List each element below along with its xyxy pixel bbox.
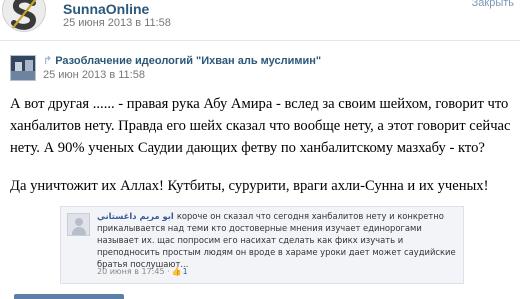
comment-body: ابو مريم داغستاني короче он сказал что се… bbox=[97, 210, 459, 270]
repost-source-title[interactable]: ↱ Разоблачение идеологий "Ихван аль мусли… bbox=[43, 54, 321, 67]
repost-source-avatar[interactable] bbox=[10, 55, 36, 81]
post-text-paragraph-1: А вот другая ...... - правая рука Абу Ам… bbox=[10, 96, 511, 156]
thumbs-up-icon: 👍 bbox=[171, 267, 182, 276]
post-date[interactable]: 25 июня 2013 в 11:58 bbox=[63, 17, 171, 29]
bottom-action-button[interactable] bbox=[14, 294, 124, 299]
header-divider bbox=[0, 40, 520, 41]
repost-arrow-icon: ↱ bbox=[43, 55, 53, 67]
comment-avatar-placeholder-icon bbox=[67, 213, 90, 236]
embedded-comment-screenshot: ابو مريم داغستاني короче он сказал что се… bbox=[60, 206, 464, 284]
post-text-paragraph-2: Да уничтожит их Аллах! Кутбиты, сурурити… bbox=[10, 178, 489, 194]
logo-s-icon bbox=[3, 0, 45, 31]
comment-meta: 20 июня в 17:45 · 👍1 bbox=[97, 267, 188, 276]
author-name[interactable]: SunnaOnline bbox=[63, 1, 149, 17]
comment-timestamp: 20 июня в 17:45 bbox=[97, 267, 165, 276]
close-link[interactable]: Закрыть bbox=[472, 0, 514, 9]
comment-like-count: 1 bbox=[182, 267, 188, 276]
author-avatar[interactable] bbox=[0, 0, 56, 36]
repost-title-text[interactable]: Разоблачение идеологий "Ихван аль муслим… bbox=[55, 55, 321, 67]
group-avatar-icon bbox=[11, 56, 35, 80]
comment-author: ابو مريم داغستاني bbox=[97, 211, 174, 221]
comment-separator: · bbox=[167, 267, 170, 276]
sunnaonline-logo bbox=[2, 0, 46, 32]
repost-date[interactable]: 25 июн 2013 в 11:58 bbox=[43, 69, 145, 81]
